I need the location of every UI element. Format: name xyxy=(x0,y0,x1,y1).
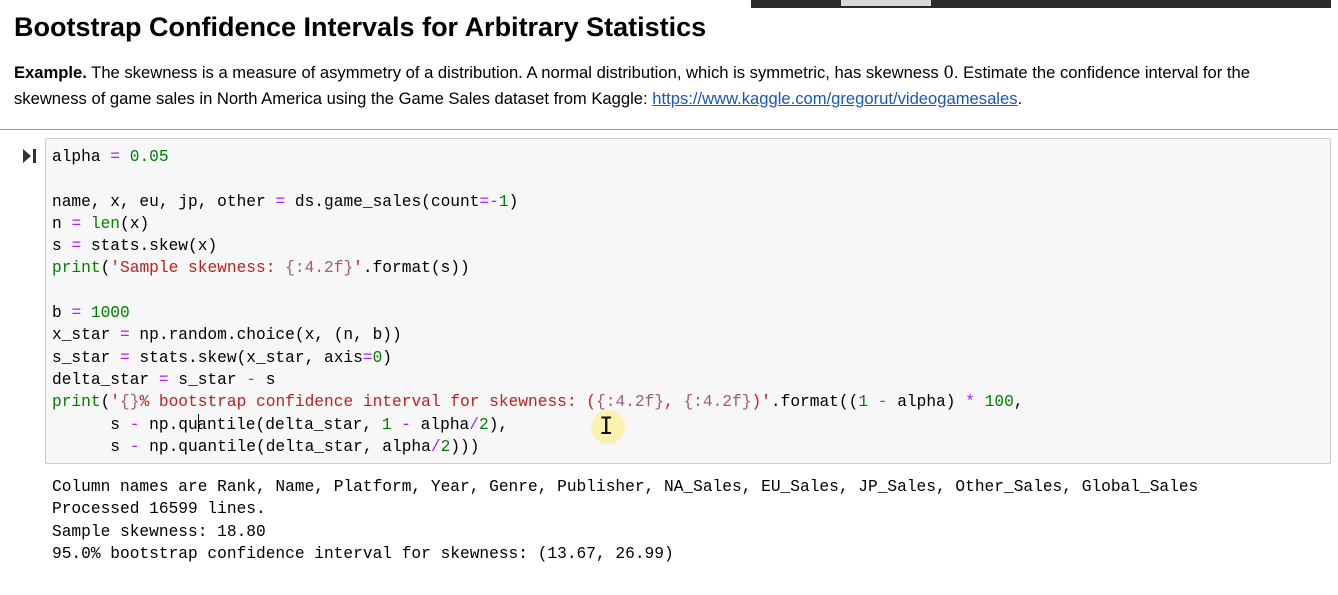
example-paragraph: Example. The skewness is a measure of as… xyxy=(14,60,1314,112)
run-cell-icon[interactable] xyxy=(23,147,37,165)
code-editor[interactable]: alpha = 0.05 name, x, eu, jp, other = ds… xyxy=(45,138,1331,464)
video-overlay-bar xyxy=(751,0,1331,8)
cell-output: Column names are Rank, Name, Platform, Y… xyxy=(52,478,1199,563)
example-text-1: The skewness is a measure of asymmetry o… xyxy=(86,63,944,82)
example-label: Example. xyxy=(14,63,87,82)
section-heading: Bootstrap Confidence Intervals for Arbit… xyxy=(14,12,707,42)
video-overlay-bar-segment xyxy=(841,0,931,6)
kaggle-dataset-link[interactable]: https://www.kaggle.com/gregorut/videogam… xyxy=(652,89,1017,108)
example-text-3: . xyxy=(1017,89,1023,108)
math-zero: 0 xyxy=(943,63,954,82)
code-text[interactable]: alpha = 0.05 name, x, eu, jp, other = ds… xyxy=(52,146,1024,458)
selected-cell-border xyxy=(0,129,1338,130)
text-cursor-icon: I xyxy=(599,412,614,440)
